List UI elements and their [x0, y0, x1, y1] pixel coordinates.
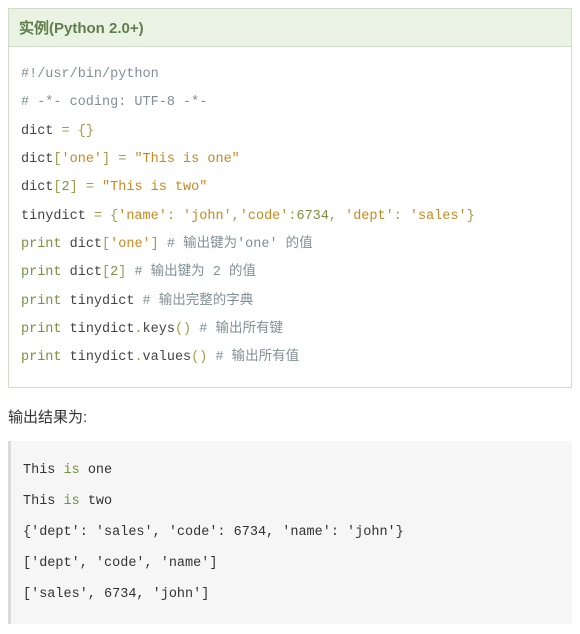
output-text: ['dept', 'code', 'name'] — [23, 556, 217, 571]
code-ident: tinydict — [21, 209, 86, 224]
code-number: 6734 — [296, 209, 328, 224]
code-string: "This is two" — [102, 180, 207, 195]
code-ident: dict — [21, 180, 53, 195]
output-keyword: is — [55, 494, 87, 509]
code-comma: , — [232, 209, 240, 224]
code-ident: dict — [70, 237, 102, 252]
output-block: This is one This is two {'dept': 'sales'… — [8, 441, 572, 624]
code-string: "This is one" — [134, 152, 239, 167]
code-number: 2 — [62, 180, 70, 195]
code-brace: {} — [78, 124, 94, 139]
code-bracket: [ — [102, 265, 110, 280]
output-text: ['sales', 6734, 'john'] — [23, 587, 209, 602]
code-op: = — [53, 124, 77, 139]
code-block: #!/usr/bin/python # -*- coding: UTF-8 -*… — [9, 47, 571, 387]
code-ident: tinydict — [70, 322, 135, 337]
example-header: 实例(Python 2.0+) — [9, 9, 571, 47]
code-paren: () — [191, 350, 207, 365]
code-ident: tinydict — [70, 350, 135, 365]
code-comment: # 输出完整的字典 — [134, 294, 253, 309]
code-colon: : — [394, 209, 410, 224]
code-comment: #!/usr/bin/python — [21, 67, 159, 82]
code-colon: : — [167, 209, 183, 224]
code-string: 'one' — [110, 237, 151, 252]
code-bracket: [ — [102, 237, 110, 252]
code-keyword: print — [21, 237, 62, 252]
code-string: 'name' — [118, 209, 167, 224]
code-keyword: print — [21, 322, 62, 337]
code-space — [62, 294, 70, 309]
code-string: 'john' — [183, 209, 232, 224]
code-op: = — [86, 209, 110, 224]
code-space — [62, 350, 70, 365]
output-text: two — [88, 494, 112, 509]
code-string: 'dept' — [345, 209, 394, 224]
code-space — [62, 265, 70, 280]
code-bracket: [ — [53, 180, 61, 195]
code-keyword: print — [21, 294, 62, 309]
code-bracket: ] — [70, 180, 78, 195]
code-comment: # 输出键为'one' 的值 — [159, 237, 313, 252]
code-func: keys — [143, 322, 175, 337]
code-string: 'code' — [240, 209, 289, 224]
code-comment: # 输出键为 2 的值 — [126, 265, 256, 280]
code-bracket: [ — [53, 152, 61, 167]
result-label: 输出结果为: — [0, 396, 580, 441]
example-box: 实例(Python 2.0+) #!/usr/bin/python # -*- … — [8, 8, 572, 388]
code-comment: # 输出所有值 — [207, 350, 299, 365]
code-comment: # 输出所有键 — [191, 322, 283, 337]
code-comment: # -*- coding: UTF-8 -*- — [21, 95, 207, 110]
code-dot: . — [134, 350, 142, 365]
code-string: 'one' — [62, 152, 103, 167]
output-text: {'dept': 'sales', 'code': 6734, 'name': … — [23, 525, 404, 540]
output-text: one — [88, 463, 112, 478]
code-keyword: print — [21, 350, 62, 365]
code-keyword: print — [21, 265, 62, 280]
code-brace: } — [467, 209, 475, 224]
code-op: = — [110, 152, 134, 167]
code-paren: () — [175, 322, 191, 337]
code-space — [62, 322, 70, 337]
code-func: values — [143, 350, 192, 365]
output-keyword: is — [55, 463, 87, 478]
code-op: = — [78, 180, 102, 195]
code-bracket: ] — [102, 152, 110, 167]
code-ident: dict — [21, 152, 53, 167]
code-ident: dict — [70, 265, 102, 280]
code-ident: tinydict — [70, 294, 135, 309]
code-string: 'sales' — [410, 209, 467, 224]
code-ident: dict — [21, 124, 53, 139]
code-comma: , — [329, 209, 345, 224]
code-dot: . — [134, 322, 142, 337]
code-space — [62, 237, 70, 252]
output-text: This — [23, 494, 55, 509]
output-text: This — [23, 463, 55, 478]
code-bracket: ] — [151, 237, 159, 252]
